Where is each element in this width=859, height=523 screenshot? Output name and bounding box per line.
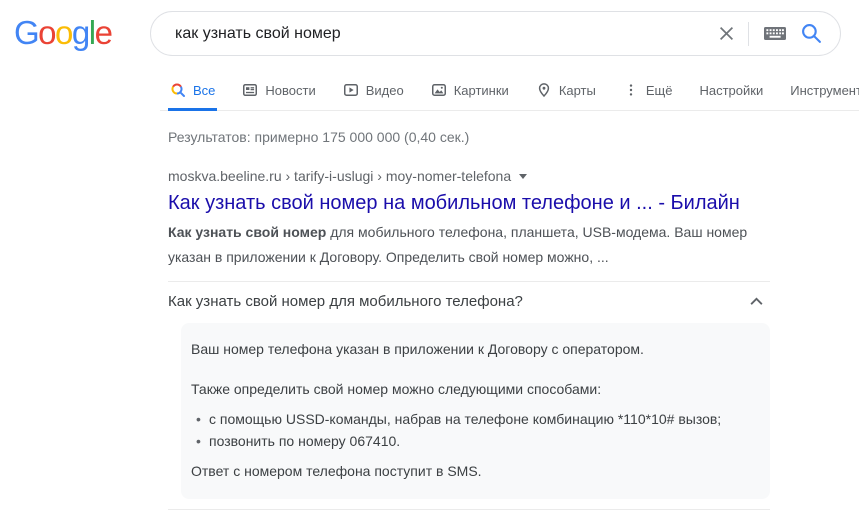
- answer-paragraph: Также определить свой номер можно следую…: [191, 381, 602, 397]
- more-dots-icon: [629, 84, 633, 96]
- keyboard-icon[interactable]: [763, 25, 787, 42]
- tab-all[interactable]: Все: [167, 82, 218, 111]
- tab-label: Карты: [558, 82, 596, 98]
- tab-news[interactable]: Новости: [242, 82, 316, 98]
- logo-letter: e: [94, 14, 113, 51]
- result-breadcrumb[interactable]: moskva.beeline.ru › tarify-i-uslugi › mo…: [168, 168, 770, 184]
- faq-answer-panel: Ваш номер телефона указан в приложении к…: [181, 323, 770, 499]
- result-stats: Результатов: примерно 175 000 000 (0,40 …: [168, 129, 470, 145]
- results-column: Результатов: примерно 175 000 000 (0,40 …: [168, 129, 770, 523]
- faq-item-tablet[interactable]: Как узнать свой номер для планшета?: [168, 510, 770, 523]
- clear-icon[interactable]: [719, 26, 734, 41]
- answer-bullet: с помощью USSD-команды, набрав на телефо…: [191, 408, 746, 430]
- logo-letter: o: [38, 14, 56, 51]
- answer-paragraph: Ваш номер телефона указан в приложении к…: [191, 341, 644, 357]
- search-box[interactable]: [150, 11, 841, 56]
- search-result: moskva.beeline.ru › tarify-i-uslugi › mo…: [168, 168, 770, 270]
- search-input[interactable]: [175, 24, 719, 43]
- tab-maps[interactable]: Карты: [536, 82, 596, 98]
- logo-letter: g: [71, 14, 90, 51]
- tab-images[interactable]: Картинки: [431, 82, 509, 98]
- tab-more[interactable]: Ещё: [623, 82, 673, 98]
- result-snippet: Как узнать свой номер для мобильного тел…: [168, 220, 770, 270]
- tab-label: Видео: [365, 82, 404, 98]
- news-icon: [243, 84, 258, 96]
- answer-paragraph: Ответ с номером телефона поступит в SMS.: [191, 463, 482, 479]
- faq-question-text: Как узнать свой номер для мобильного тел…: [168, 293, 523, 310]
- chevron-up-icon[interactable]: [749, 294, 764, 309]
- answer-bullet: позвонить по номеру 067410.: [191, 430, 746, 452]
- tab-label: Картинки: [453, 82, 509, 98]
- breadcrumb-caret-icon[interactable]: [519, 173, 528, 179]
- tab-video[interactable]: Видео: [343, 82, 404, 98]
- images-icon: [431, 84, 446, 96]
- snippet-bold-text: Как узнать свой номер: [168, 224, 327, 240]
- search-submit-icon[interactable]: [801, 23, 822, 44]
- google-logo[interactable]: Google: [14, 14, 113, 52]
- search-header: Google: [0, 0, 859, 70]
- tab-label: Новости: [265, 82, 316, 98]
- maps-pin-icon: [538, 83, 549, 98]
- tab-tools[interactable]: Инструменты: [790, 83, 859, 98]
- tab-settings[interactable]: Настройки: [699, 83, 763, 98]
- result-title-link[interactable]: Как узнать свой номер на мобильном телеф…: [168, 190, 770, 216]
- tab-label: Настройки: [699, 82, 764, 98]
- video-icon: [343, 84, 358, 96]
- tab-label: Инструменты: [790, 82, 859, 98]
- colored-search-icon: [171, 83, 185, 97]
- logo-letter: G: [14, 14, 40, 51]
- logo-letter: o: [55, 14, 73, 51]
- faq-item-mobile[interactable]: Как узнать свой номер для мобильного тел…: [168, 282, 770, 321]
- search-box-divider: [748, 21, 749, 46]
- tab-label: Ещё: [645, 82, 673, 98]
- answer-bullet-list: с помощью USSD-команды, набрав на телефо…: [191, 408, 746, 452]
- breadcrumb-text: moskva.beeline.ru › tarify-i-uslugi › mo…: [168, 168, 512, 184]
- tab-label: Все: [193, 82, 216, 98]
- results-tabbar: Все Новости Видео Картинки Карты Ещё Нас…: [160, 70, 859, 111]
